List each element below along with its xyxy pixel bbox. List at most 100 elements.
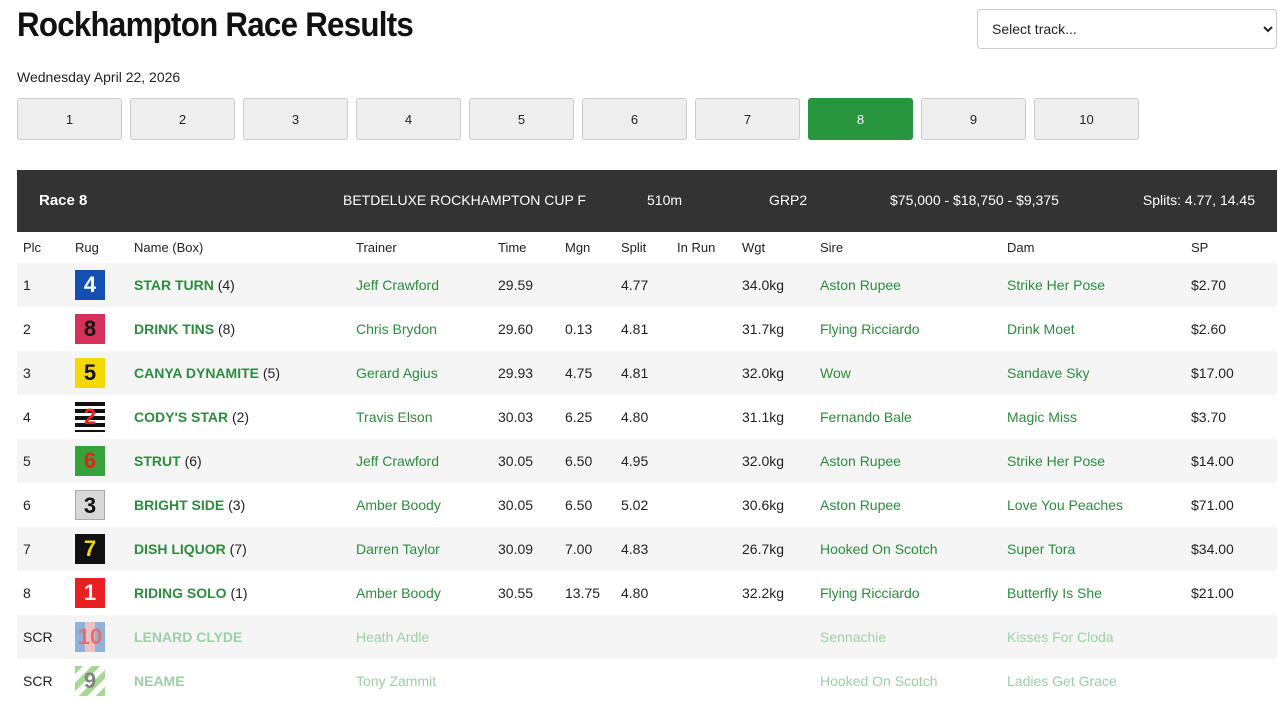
dam-link-text[interactable]: Strike Her Pose [1007,277,1105,293]
sire-link-text[interactable]: Aston Rupee [820,277,901,293]
place-cell: 1 [17,263,69,307]
col-header-plc: Plc [23,240,42,255]
name-cell: DRINK TINS (8) [128,307,350,351]
track-select[interactable]: Select track... [977,9,1277,49]
race-button-8[interactable]: 8 [808,98,913,140]
sire-link-text[interactable]: Wow [820,365,851,381]
place-cell: 2 [17,307,69,351]
greyhound-name-link[interactable]: NEAME [134,673,185,689]
greyhound-name-link[interactable]: LENARD CLYDE [134,629,242,645]
dam-link-text[interactable]: Magic Miss [1007,409,1077,425]
trainer-link-text[interactable]: Amber Boody [356,497,441,513]
dam-link-text[interactable]: Super Tora [1007,541,1075,557]
greyhound-name-link[interactable]: CODY'S STAR [134,409,228,425]
dam-link-text[interactable]: Strike Her Pose [1007,453,1105,469]
box-number: (8) [218,321,236,337]
split-cell-text: 4.81 [621,365,649,381]
trainer-link-text[interactable]: Darren Taylor [356,541,440,557]
rug-cell: 2 [69,395,128,439]
sire-link-text[interactable]: Fernando Bale [820,409,912,425]
trainer-link-text[interactable]: Jeff Crawford [356,453,439,469]
sire-link-text[interactable]: Aston Rupee [820,497,901,513]
race-button-4[interactable]: 4 [356,98,461,140]
greyhound-name-link[interactable]: RIDING SOLO [134,585,227,601]
place-cell: 8 [17,571,69,615]
rug-number-icon: 10 [75,622,105,652]
dam-link: Love You Peaches [1001,483,1185,527]
sire-link-text[interactable]: Sennachie [820,629,886,645]
race-button-3[interactable]: 3 [243,98,348,140]
race-header-bar: Race 8 BETDELUXE ROCKHAMPTON CUP F 510m … [17,170,1277,232]
sp-cell-text: $17.00 [1191,365,1234,381]
trainer-link: Heath Ardle [350,615,492,659]
greyhound-name-link[interactable]: STAR TURN [134,277,214,293]
sp-cell: $2.60 [1185,307,1277,351]
split-cell: 4.80 [615,395,671,439]
greyhound-name-link[interactable]: DRINK TINS [134,321,214,337]
race-number-label: Race 8 [39,192,88,209]
dam-link-text[interactable]: Love You Peaches [1007,497,1123,513]
sp-cell-text: $2.60 [1191,321,1227,337]
dam-link: Super Tora [1001,527,1185,571]
sire-link: Aston Rupee [814,439,1001,483]
rug-number-icon: 7 [75,534,105,564]
trainer-link-text[interactable]: Gerard Agius [356,365,438,381]
race-button-2[interactable]: 2 [130,98,235,140]
rug-cell: 1 [69,571,128,615]
table-row: 7 7 DISH LIQUOR (7) Darren Taylor 30.09 7.00 4… [17,527,1277,571]
in-run-cell [671,307,736,351]
race-button-1[interactable]: 1 [17,98,122,140]
col-header-dam: Dam [1007,240,1035,255]
race-button-10[interactable]: 10 [1034,98,1139,140]
name-cell: CODY'S STAR (2) [128,395,350,439]
race-splits: Splits: 4.77, 14.45 [1142,192,1255,208]
sire-link-text[interactable]: Aston Rupee [820,453,901,469]
dam-link-text[interactable]: Ladies Get Grace [1007,673,1117,689]
sp-cell: $71.00 [1185,483,1277,527]
greyhound-name-link[interactable]: BRIGHT SIDE [134,497,224,513]
sp-cell: $21.00 [1185,571,1277,615]
sire-link-text[interactable]: Hooked On Scotch [820,673,938,689]
race-button-9[interactable]: 9 [921,98,1026,140]
sp-cell: $17.00 [1185,351,1277,395]
box-number: (4) [217,277,235,293]
race-button-5[interactable]: 5 [469,98,574,140]
name-cell: DISH LIQUOR (7) [128,527,350,571]
weight-cell-text: 34.0kg [742,277,785,293]
weight-cell-text: 30.6kg [742,497,785,513]
greyhound-name-link[interactable]: CANYA DYNAMITE [134,365,259,381]
dam-link-text[interactable]: Sandave Sky [1007,365,1090,381]
rug-number-icon: 3 [75,490,105,520]
box-number: (1) [230,585,248,601]
time-cell: 30.55 [492,571,559,615]
weight-cell: 32.0kg [736,351,814,395]
dam-link-text[interactable]: Drink Moet [1007,321,1075,337]
trainer-link-text[interactable]: Chris Brydon [356,321,437,337]
split-cell: 4.83 [615,527,671,571]
margin-cell: 6.50 [559,483,615,527]
race-button-6[interactable]: 6 [582,98,687,140]
sire-link-text[interactable]: Flying Ricciardo [820,585,920,601]
weight-cell: 32.2kg [736,571,814,615]
sp-cell: $2.70 [1185,263,1277,307]
margin-cell-text: 6.50 [565,453,593,469]
sire-link-text[interactable]: Hooked On Scotch [820,541,938,557]
table-row: 5 6 STRUT (6) Jeff Crawford 30.05 6.50 4.95 32.… [17,439,1277,483]
trainer-link-text[interactable]: Amber Boody [356,585,441,601]
sire-link: Fernando Bale [814,395,1001,439]
dam-link-text[interactable]: Butterfly Is She [1007,585,1102,601]
split-cell-text: 4.83 [621,541,649,557]
trainer-link-text[interactable]: Tony Zammit [356,673,436,689]
trainer-link-text[interactable]: Travis Elson [356,409,433,425]
place-cell: SCR [17,659,69,703]
sire-link-text[interactable]: Flying Ricciardo [820,321,920,337]
rug-number-icon: 8 [75,314,105,344]
place-cell: 6 [17,483,69,527]
in-run-cell [671,615,736,659]
greyhound-name-link[interactable]: DISH LIQUOR [134,541,226,557]
race-button-7[interactable]: 7 [695,98,800,140]
dam-link-text[interactable]: Kisses For Cloda [1007,629,1114,645]
trainer-link-text[interactable]: Jeff Crawford [356,277,439,293]
trainer-link-text[interactable]: Heath Ardle [356,629,429,645]
greyhound-name-link[interactable]: STRUT [134,453,181,469]
